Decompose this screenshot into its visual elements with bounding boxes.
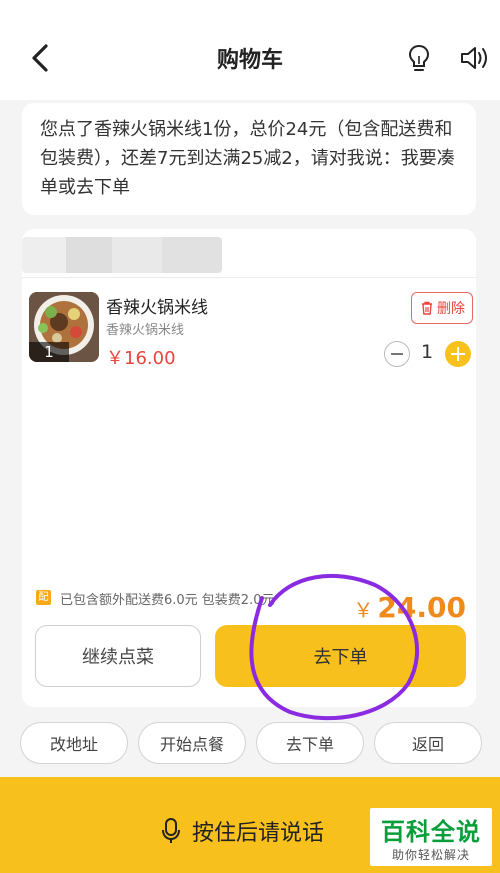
watermark-logo: 百科全说 助你轻松解决	[370, 808, 492, 866]
voice-button-content: 按住后请说话	[160, 815, 324, 847]
currency-symbol: ￥	[353, 598, 374, 622]
quick-action-back[interactable]: 返回	[374, 722, 482, 764]
divider	[22, 277, 476, 278]
tips-button[interactable]	[404, 42, 434, 74]
assistant-message: 您点了香辣火锅米线1份，总价24元（包含配送费和包装费），还差7元到达满25减2…	[22, 103, 476, 215]
microphone-icon	[162, 818, 180, 843]
quick-action-start-ordering[interactable]: 开始点餐	[138, 722, 246, 764]
place-order-button[interactable]: 去下单	[215, 625, 466, 687]
quick-action-place-order[interactable]: 去下单	[256, 722, 364, 764]
quick-action-change-address[interactable]: 改地址	[20, 722, 128, 764]
continue-ordering-button[interactable]: 继续点菜	[35, 625, 201, 687]
top-bar: 购物车	[0, 0, 500, 100]
item-price: ￥16.00	[106, 348, 176, 369]
quick-actions: 改地址 开始点餐 去下单 返回	[20, 722, 482, 764]
total-amount: 24.00	[377, 591, 466, 624]
item-quantity: 1	[420, 341, 434, 363]
speaker-icon	[461, 47, 487, 69]
delivery-fee-icon: 配	[36, 590, 51, 605]
voice-label: 按住后请说话	[192, 821, 325, 846]
lightbulb-icon	[408, 44, 430, 71]
delete-button[interactable]: 删除	[411, 292, 473, 324]
total-price: ￥ 24.00	[353, 591, 466, 624]
item-name: 香辣火锅米线	[106, 298, 208, 318]
item-qty-badge: 1	[29, 342, 69, 362]
watermark-title: 百科全说	[381, 818, 481, 846]
sound-button[interactable]	[458, 42, 492, 74]
cart-card: 1 香辣火锅米线 香辣火锅米线 ￥16.00 删除 1 配 已包含额外配送费6.…	[22, 229, 476, 707]
increase-quantity-button[interactable]	[445, 341, 471, 367]
shop-name-blurred	[22, 237, 222, 273]
item-image: 1	[29, 292, 99, 362]
decrease-quantity-button[interactable]	[384, 341, 410, 367]
item-spec: 香辣火锅米线	[106, 323, 185, 338]
trash-icon	[422, 301, 432, 315]
delete-label: 删除	[437, 301, 465, 317]
fee-info: 已包含额外配送费6.0元 包装费2.0元	[60, 593, 275, 608]
watermark-subtitle: 助你轻松解决	[391, 848, 470, 862]
